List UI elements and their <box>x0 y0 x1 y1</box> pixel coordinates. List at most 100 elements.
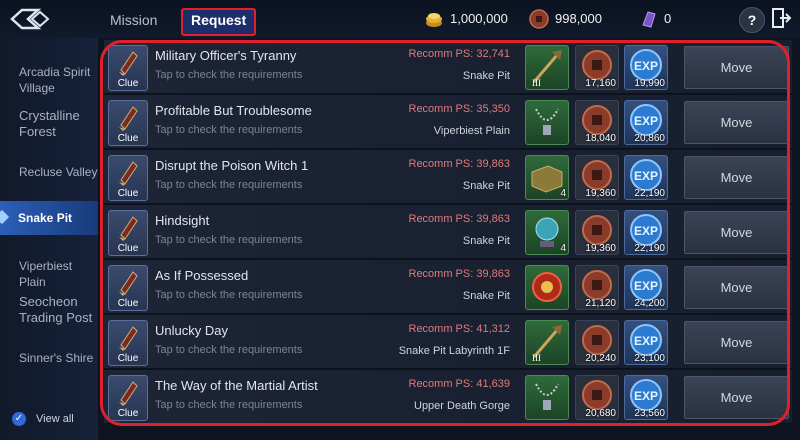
gold-counter: 1,000,000 <box>424 9 508 29</box>
reward-exp[interactable]: EXP 22,190 <box>624 210 668 255</box>
table-row[interactable]: Clue The Way of the Martial Artist Tap t… <box>104 370 792 424</box>
clue-label: Clue <box>117 298 139 309</box>
clue-badge[interactable]: Clue <box>108 155 148 201</box>
move-button[interactable]: Move <box>684 156 789 199</box>
reward-item-count: 4 <box>560 243 566 254</box>
gold-icon <box>426 13 442 27</box>
table-row[interactable]: Clue Military Officer's Tyranny Tap to c… <box>104 40 792 94</box>
reward-coin[interactable]: 20,240 <box>575 320 619 365</box>
coin-icon <box>529 9 549 29</box>
gem-icon <box>532 272 562 302</box>
reward-item[interactable]: 4 <box>525 155 569 200</box>
reward-exp[interactable]: EXP 24,200 <box>624 265 668 310</box>
clue-label: Clue <box>117 353 139 364</box>
quest-title: Unlucky Day <box>155 323 228 338</box>
sidebar-item-viperbiest-plain[interactable]: Viperbiest Plain <box>0 258 98 290</box>
sidebar-item-seocheon-trading-post[interactable]: Seocheon Trading Post <box>0 294 98 326</box>
reward-item[interactable] <box>525 375 569 420</box>
reward-item-count: 4 <box>560 188 566 199</box>
svg-text:EXP: EXP <box>634 334 658 348</box>
reward-exp[interactable]: EXP 23,100 <box>624 320 668 365</box>
reward-coin-amount: 20,240 <box>585 353 616 364</box>
reward-coin[interactable]: 19,360 <box>575 155 619 200</box>
tab-mission[interactable]: Mission <box>102 8 165 32</box>
quest-location: Snake Pit <box>462 70 510 82</box>
help-button[interactable]: ? <box>739 7 765 33</box>
view-all-toggle[interactable]: ✓ View all <box>12 412 74 426</box>
sidebar-item-crystalline-forest[interactable]: Crystalline Forest <box>0 108 98 140</box>
reward-exp[interactable]: EXP 22,190 <box>624 155 668 200</box>
sidebar-item-recluse-valley[interactable]: Recluse Valley <box>0 164 98 180</box>
reward-coin-amount: 19,360 <box>585 243 616 254</box>
reward-coin[interactable]: 19,360 <box>575 210 619 255</box>
clue-badge[interactable]: Clue <box>108 320 148 366</box>
reward-item[interactable]: III <box>525 45 569 90</box>
sidebar-item-snake-pit[interactable]: Snake Pit <box>0 201 98 235</box>
recommended-ps: Recomm PS: 39,863 <box>408 158 511 170</box>
reward-item[interactable] <box>525 100 569 145</box>
move-button[interactable]: Move <box>684 321 789 364</box>
sidebar-item-sinners-shire[interactable]: Sinner's Shire <box>0 350 98 366</box>
quest-hint: Tap to check the requirements <box>155 399 303 411</box>
clue-badge[interactable]: Clue <box>108 210 148 256</box>
reward-item[interactable] <box>525 265 569 310</box>
reward-item[interactable]: 4 <box>525 210 569 255</box>
table-row[interactable]: Clue Disrupt the Poison Witch 1 Tap to c… <box>104 150 792 204</box>
back-logo-icon[interactable] <box>8 6 54 32</box>
sidebar-item-arcadia-spirit-village[interactable]: Arcadia Spirit Village <box>0 64 98 96</box>
clue-badge[interactable]: Clue <box>108 45 148 91</box>
table-row[interactable]: Clue Hindsight Tap to check the requirem… <box>104 205 792 259</box>
quest-title: Hindsight <box>155 213 210 228</box>
request-list: Clue Military Officer's Tyranny Tap to c… <box>104 40 792 440</box>
move-button[interactable]: Move <box>684 376 789 419</box>
reward-exp[interactable]: EXP 20,860 <box>624 100 668 145</box>
tab-request[interactable]: Request <box>181 8 257 36</box>
quest-location: Snake Pit <box>462 180 510 192</box>
quest-title: As If Possessed <box>155 268 249 283</box>
crystal-counter: 0 <box>640 9 671 29</box>
quest-hint: Tap to check the requirements <box>155 289 303 301</box>
table-row[interactable]: Clue Unlucky Day Tap to check the requir… <box>104 315 792 369</box>
clue-label: Clue <box>117 408 139 419</box>
reward-item[interactable]: III <box>525 320 569 365</box>
quest-hint: Tap to check the requirements <box>155 69 303 81</box>
quest-hint: Tap to check the requirements <box>155 344 303 356</box>
recommended-ps: Recomm PS: 35,350 <box>408 103 511 115</box>
reward-coin[interactable]: 17,160 <box>575 45 619 90</box>
reward-coin[interactable]: 21,120 <box>575 265 619 310</box>
quest-title: Military Officer's Tyranny <box>155 48 297 63</box>
table-row[interactable]: Clue As If Possessed Tap to check the re… <box>104 260 792 314</box>
top-bar: Mission Request 1,000,000 998,000 0 ? <box>0 0 800 38</box>
view-all-label: View all <box>36 413 74 425</box>
svg-text:EXP: EXP <box>634 114 658 128</box>
reward-coin-amount: 20,680 <box>585 408 616 419</box>
clue-badge[interactable]: Clue <box>108 265 148 311</box>
coin-amount: 998,000 <box>555 11 602 26</box>
exit-icon[interactable] <box>770 7 792 29</box>
clue-label: Clue <box>117 133 139 144</box>
clue-badge[interactable]: Clue <box>108 100 148 146</box>
clue-badge[interactable]: Clue <box>108 375 148 421</box>
clue-label: Clue <box>117 78 139 89</box>
move-button[interactable]: Move <box>684 46 789 89</box>
scroll-icon <box>119 106 138 131</box>
reward-coin[interactable]: 20,680 <box>575 375 619 420</box>
table-row[interactable]: Clue Profitable But Troublesome Tap to c… <box>104 95 792 149</box>
selected-diamond-icon <box>0 209 10 225</box>
clue-label: Clue <box>117 243 139 254</box>
scroll-icon <box>119 271 138 296</box>
necklace-icon <box>535 108 559 135</box>
svg-text:EXP: EXP <box>634 389 658 403</box>
move-button[interactable]: Move <box>684 211 789 254</box>
quest-hint: Tap to check the requirements <box>155 124 303 136</box>
quest-title: The Way of the Martial Artist <box>155 378 318 393</box>
reward-exp[interactable]: EXP 23,560 <box>624 375 668 420</box>
recommended-ps: Recomm PS: 41,639 <box>408 378 511 390</box>
move-button[interactable]: Move <box>684 101 789 144</box>
scroll-icon <box>119 51 138 76</box>
reward-exp-amount: 19,990 <box>634 78 665 89</box>
reward-coin[interactable]: 18,040 <box>575 100 619 145</box>
move-button[interactable]: Move <box>684 266 789 309</box>
reward-exp[interactable]: EXP 19,990 <box>624 45 668 90</box>
reward-exp-amount: 22,190 <box>634 243 665 254</box>
